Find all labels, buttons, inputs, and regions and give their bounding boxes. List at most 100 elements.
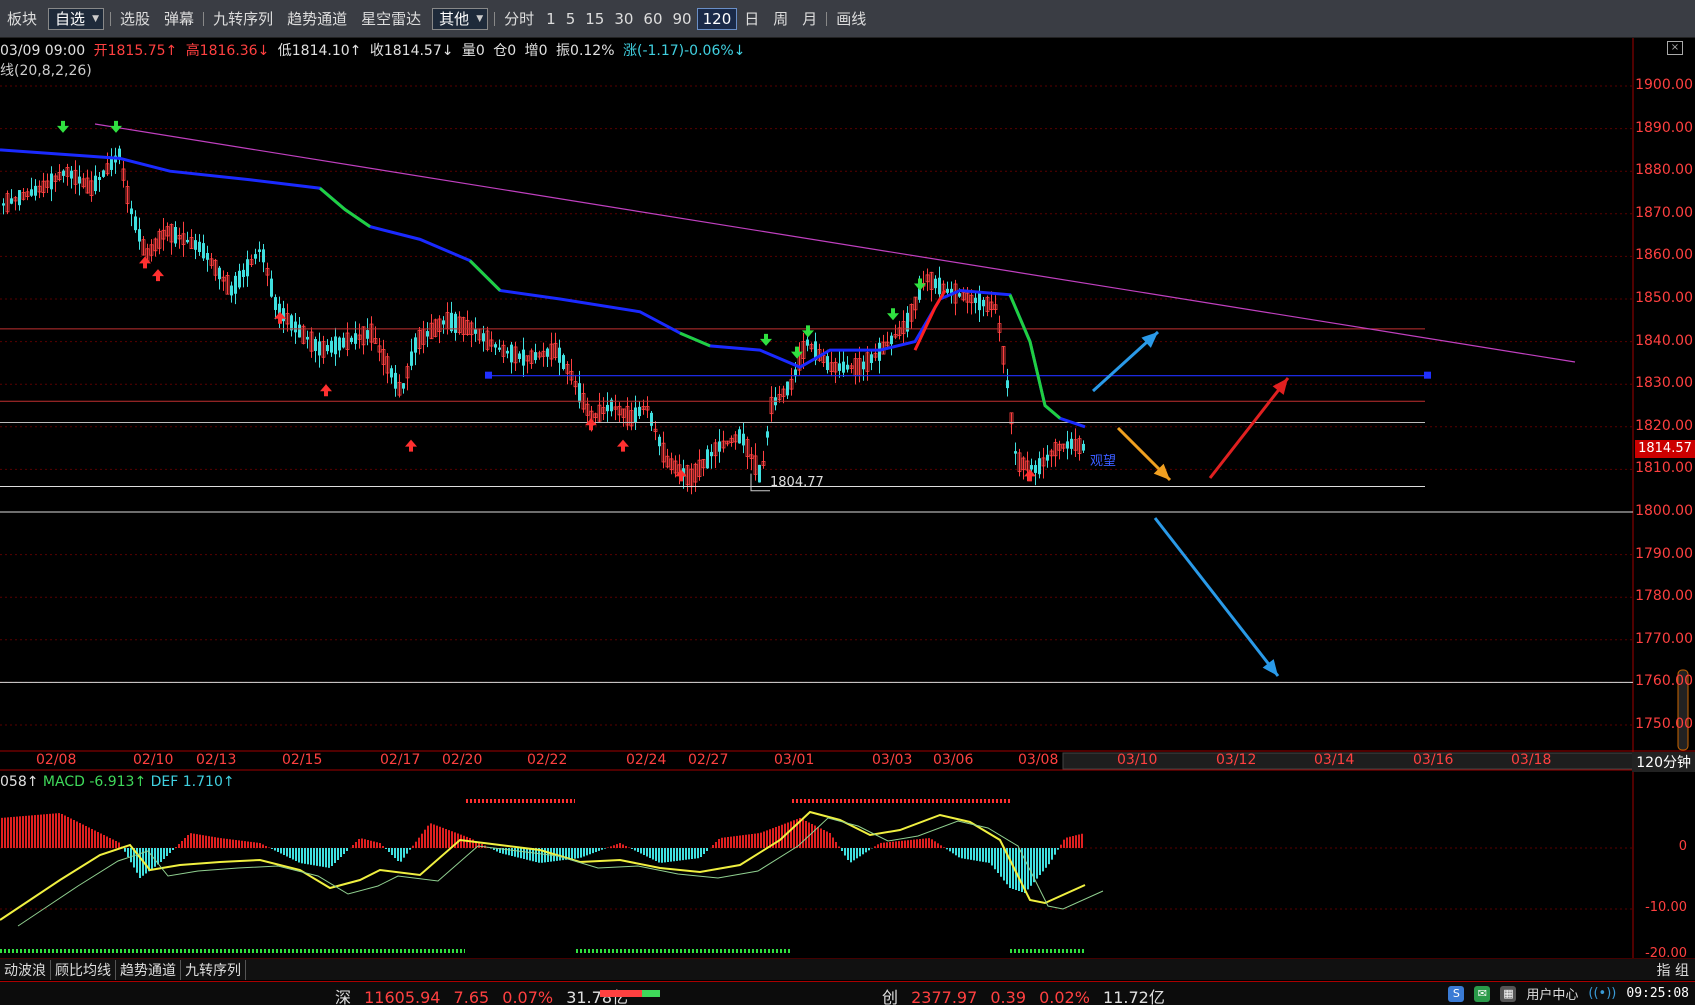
candle-down xyxy=(1014,451,1017,454)
moving-average-line xyxy=(0,148,1086,429)
indicator-tabs: 动波浪 顾比均线 趋势通道 九转序列 指 组 xyxy=(0,958,1695,980)
divider xyxy=(110,11,112,26)
popup-button[interactable]: 弹幕 xyxy=(157,0,201,38)
candle-down xyxy=(206,253,209,260)
kline-chart[interactable] xyxy=(0,38,1695,958)
candle-down xyxy=(506,350,509,354)
candle-down xyxy=(442,320,445,325)
candle-down xyxy=(62,170,65,176)
candle-down xyxy=(102,170,105,177)
tab-trend-channel[interactable]: 趋势通道 xyxy=(116,959,181,980)
sell-signal-arrow xyxy=(57,120,69,133)
candle-down xyxy=(330,340,333,353)
s-icon[interactable]: S xyxy=(1448,985,1465,1002)
star-radar-button[interactable]: 星空雷达 xyxy=(354,0,428,38)
price-tick-label: 1820.00 xyxy=(1635,417,1693,434)
quote-close: 收1814.57↓ xyxy=(369,43,454,59)
chat-icon[interactable]: ✉ xyxy=(1474,985,1491,1002)
candle-down xyxy=(826,356,829,371)
cy-index: 2377.97 xyxy=(911,988,978,1005)
tab-nine-sequence[interactable]: 九转序列 xyxy=(181,959,246,980)
period-120-button[interactable]: 120 xyxy=(696,7,738,30)
future-date-tick-label: 03/12 xyxy=(1216,752,1257,768)
buy-signal-arrow xyxy=(152,269,164,282)
block-button[interactable]: 板块 xyxy=(0,0,44,38)
trend-channel-button[interactable]: 趋势通道 xyxy=(280,0,354,38)
candle-down xyxy=(758,464,761,483)
price-tick-label: 1830.00 xyxy=(1635,375,1693,392)
candle-down xyxy=(78,176,81,184)
candle-down xyxy=(806,339,809,346)
low-price-annotation: 1804.77 xyxy=(770,475,824,490)
macd-prefix: 058↑ xyxy=(0,774,39,790)
date-tick-label: 03/03 xyxy=(872,752,913,768)
indicator-params: 线(20,8,2,26) xyxy=(0,63,92,79)
quote-datetime: 03/09 09:00 xyxy=(0,43,86,59)
price-tick-label: 1790.00 xyxy=(1635,545,1693,562)
app-icon[interactable]: ▦ xyxy=(1500,985,1517,1002)
candle-down xyxy=(982,299,985,307)
week-button[interactable]: 周 xyxy=(766,0,795,38)
grid xyxy=(0,38,1695,958)
pick-stock-button[interactable]: 选股 xyxy=(113,0,157,38)
price-tick-label: 1760.00 xyxy=(1635,673,1693,690)
tab-wave[interactable]: 动波浪 xyxy=(0,959,51,980)
candle-down xyxy=(510,344,513,363)
candle-down xyxy=(70,170,73,179)
nine-sequence-button[interactable]: 九转序列 xyxy=(206,0,280,38)
day-button[interactable]: 日 xyxy=(737,0,766,38)
signal-icon: ((•)) xyxy=(1588,986,1617,1001)
cy-index-group[interactable]: 创 2377.97 0.39 0.02% 11.72亿 xyxy=(882,984,1173,1005)
date-tick-label: 02/13 xyxy=(196,752,237,768)
user-center-link[interactable]: 用户中心 xyxy=(1526,984,1578,1003)
period-60-button[interactable]: 60 xyxy=(638,10,667,28)
period-90-button[interactable]: 90 xyxy=(668,10,697,28)
candle-down xyxy=(706,449,709,469)
candle-down xyxy=(1070,438,1073,449)
tab-gmma[interactable]: 顾比均线 xyxy=(51,959,116,980)
intraday-button[interactable]: 分时 xyxy=(497,0,541,38)
date-tick-label: 02/08 xyxy=(36,752,77,768)
price-tick-label: 1870.00 xyxy=(1635,204,1693,221)
watchlist-value: 自选 xyxy=(55,9,86,28)
candle-down xyxy=(34,185,37,196)
candle-down xyxy=(474,329,477,334)
candle-down xyxy=(958,293,961,297)
candle-down xyxy=(350,337,353,343)
buy-signal-arrow xyxy=(617,439,629,452)
sell-signal-arrow xyxy=(760,333,772,346)
candle-down xyxy=(262,249,265,263)
price-tick-label: 1850.00 xyxy=(1635,290,1693,306)
price-tick-label: 1770.00 xyxy=(1635,630,1693,647)
market-breadth-bar xyxy=(600,990,660,997)
quote-change: 涨(-1.17)-0.06%↓ xyxy=(622,43,746,59)
month-button[interactable]: 月 xyxy=(795,0,824,38)
quote-info-line: 03/09 09:00 开1815.75↑ 高1816.36↓ 低1814.10… xyxy=(0,40,749,60)
period-30-button[interactable]: 30 xyxy=(609,10,638,28)
candle-down xyxy=(138,229,141,242)
cy-change: 0.39 xyxy=(990,988,1026,1005)
period-label[interactable]: 120分钟 xyxy=(1632,752,1695,772)
close-icon[interactable]: × xyxy=(1667,41,1683,55)
draw-line-button[interactable]: 画线 xyxy=(829,0,873,38)
period-1-button[interactable]: 1 xyxy=(541,10,561,28)
dea-line xyxy=(17,817,1104,927)
buy-signal-arrow xyxy=(405,439,417,452)
sz-change: 7.65 xyxy=(453,988,490,1005)
chevron-down-icon: ▼ xyxy=(476,13,484,24)
candle-down xyxy=(454,313,457,333)
cy-label: 创 xyxy=(882,988,899,1005)
candle-down xyxy=(498,347,501,350)
sz-index-group[interactable]: 深 11605.94 7.65 0.07% 31.78亿 xyxy=(335,984,636,1005)
watchlist-select[interactable]: 自选 ▼ xyxy=(48,7,105,30)
projection-arrow-red xyxy=(1208,377,1290,479)
other-select[interactable]: 其他 ▼ xyxy=(432,7,489,30)
candle-down xyxy=(634,407,637,423)
candle-down xyxy=(390,368,393,378)
index-group-button[interactable]: 指 组 xyxy=(1657,960,1695,980)
period-5-button[interactable]: 5 xyxy=(561,10,581,28)
other-value: 其他 xyxy=(439,9,470,28)
period-15-button[interactable]: 15 xyxy=(580,10,609,28)
projection-arrow-down-blue xyxy=(1153,517,1280,677)
candle-down xyxy=(1034,465,1037,473)
